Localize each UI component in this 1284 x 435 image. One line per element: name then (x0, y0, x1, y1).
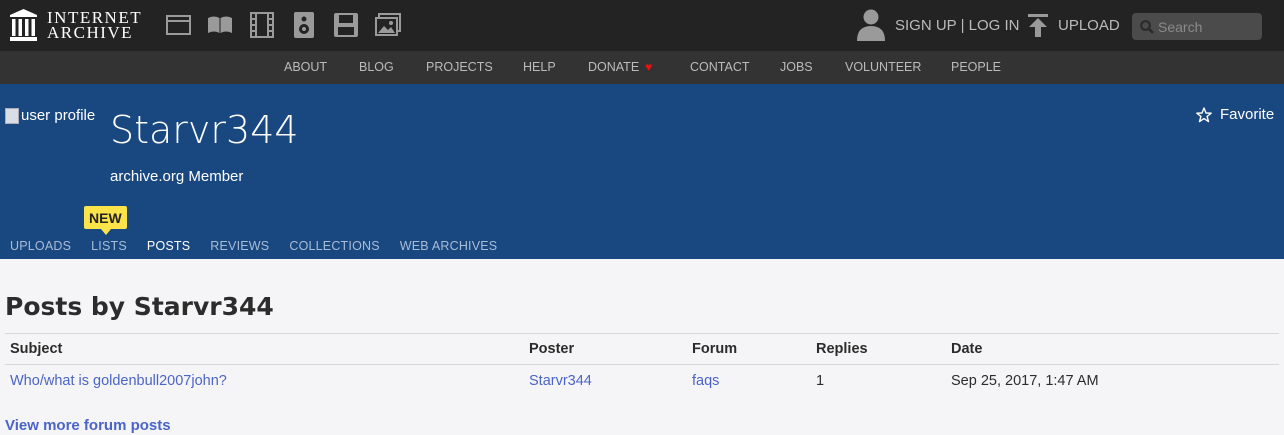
nav-contact[interactable]: CONTACT (690, 60, 750, 74)
star-icon (1196, 106, 1212, 122)
log-in-link[interactable]: LOG IN (969, 17, 1020, 34)
tab-posts[interactable]: POSTS (147, 239, 190, 253)
upload-icon[interactable] (1028, 14, 1048, 38)
texts-icon[interactable] (207, 12, 233, 38)
table-row: Who/what is goldenbull2007john? Starvr34… (5, 365, 1279, 397)
sign-up-link[interactable]: SIGN UP (895, 17, 956, 34)
top-bar: INTERNET ARCHIVE SIGN UP | LOG IN UPLOAD… (0, 0, 1284, 51)
nav-blog[interactable]: BLOG (359, 60, 394, 74)
internet-archive-logo[interactable]: INTERNET ARCHIVE (10, 9, 142, 41)
favorite-button[interactable]: Favorite (1196, 106, 1274, 123)
avatar: user profile (5, 107, 101, 124)
user-area (856, 9, 886, 41)
profile-header: user profile Starvr344 archive.org Membe… (0, 84, 1284, 259)
user-icon[interactable] (856, 9, 886, 41)
nav-donate[interactable]: DONATE ♥ (588, 60, 652, 74)
page-title: Posts by Starvr344 (5, 292, 274, 321)
software-icon[interactable] (333, 12, 359, 38)
column-header-date: Date (946, 333, 1279, 365)
new-badge: NEW (84, 206, 127, 235)
nav-volunteer[interactable]: VOLUNTEER (845, 60, 921, 74)
post-poster-link[interactable]: Starvr344 (529, 373, 592, 389)
account-links: SIGN UP | LOG IN (895, 17, 1020, 34)
nav-help[interactable]: HELP (523, 60, 556, 74)
search-input[interactable] (1158, 18, 1253, 35)
member-label: archive.org Member (110, 168, 244, 185)
column-header-forum: Forum (687, 333, 811, 365)
search-box (1132, 13, 1262, 40)
column-header-replies: Replies (811, 333, 946, 365)
nav-donate-label: DONATE (588, 60, 640, 74)
nav-about[interactable]: ABOUT (284, 60, 327, 74)
images-icon[interactable] (375, 12, 401, 38)
column-header-subject: Subject (5, 333, 524, 365)
audio-icon[interactable] (291, 12, 317, 38)
archive-building-icon (10, 9, 37, 41)
logo-line-2: ARCHIVE (47, 23, 134, 42)
account-separator: | (960, 17, 965, 34)
video-icon[interactable] (249, 12, 275, 38)
tab-collections[interactable]: COLLECTIONS (289, 239, 379, 253)
favorite-label: Favorite (1220, 106, 1275, 123)
nav-people[interactable]: PEOPLE (951, 60, 1001, 74)
post-replies: 1 (816, 372, 825, 389)
avatar-alt-text: user profile (21, 107, 96, 124)
media-type-icons (165, 12, 417, 38)
post-subject-link[interactable]: Who/what is goldenbull2007john? (10, 373, 227, 389)
tab-uploads[interactable]: UPLOADS (10, 239, 71, 253)
column-header-poster: Poster (524, 333, 687, 365)
logo-text: INTERNET ARCHIVE (47, 9, 142, 42)
profile-username: Starvr344 (110, 108, 299, 152)
profile-tabs: UPLOADS LISTS POSTS REVIEWS COLLECTIONS … (10, 239, 517, 253)
tab-reviews[interactable]: REVIEWS (210, 239, 269, 253)
table-header-row: Subject Poster Forum Replies Date (5, 333, 1279, 365)
secondary-nav: ABOUT BLOG PROJECTS HELP DONATE ♥ CONTACT… (0, 51, 1284, 84)
view-more-posts-link[interactable]: View more forum posts (5, 417, 171, 434)
post-date: Sep 25, 2017, 1:47 AM (951, 372, 1099, 389)
tab-lists[interactable]: LISTS (91, 239, 127, 253)
post-forum-link[interactable]: faqs (692, 373, 719, 389)
broken-image-icon (5, 107, 19, 124)
posts-table: Subject Poster Forum Replies Date Who/wh… (5, 333, 1279, 397)
nav-jobs[interactable]: JOBS (780, 60, 813, 74)
search-icon (1140, 19, 1154, 34)
nav-projects[interactable]: PROJECTS (426, 60, 493, 74)
tab-web-archives[interactable]: WEB ARCHIVES (400, 239, 498, 253)
upload-link[interactable]: UPLOAD (1058, 17, 1120, 34)
web-icon[interactable] (165, 12, 191, 38)
heart-icon: ♥ (645, 60, 653, 74)
